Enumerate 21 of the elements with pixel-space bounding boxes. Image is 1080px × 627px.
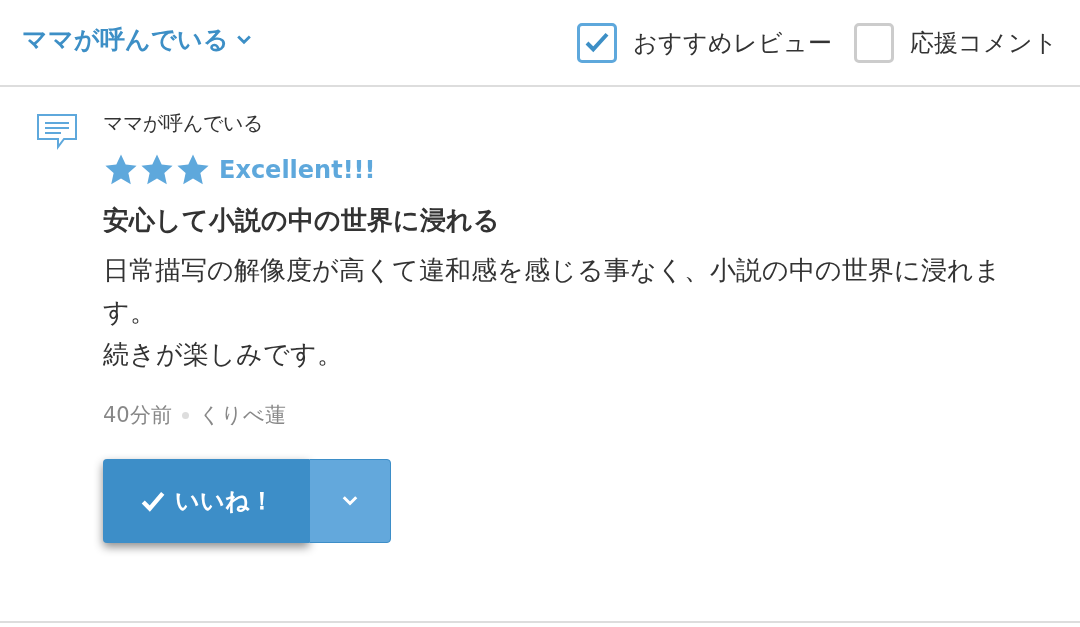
work-title-dropdown[interactable]: ママが呼んでいる [22,23,251,56]
like-button[interactable]: いいね！ [103,459,309,543]
review-text: 日常描写の解像度が高くて違和感を感じる事なく、小説の中の世界に浸れます。 [103,254,1002,329]
checkbox-label[interactable]: 応援コメント [910,26,1058,59]
dropdown-button[interactable] [309,459,391,543]
review-heading: 安心して小説の中の世界に浸れる [103,204,501,237]
chevron-down-icon [237,34,251,45]
timestamp: 40分前 [103,402,172,429]
star-icon [103,153,139,187]
separator-dot [181,411,189,419]
star-icon [175,153,211,187]
checkbox[interactable] [577,22,617,63]
work-title[interactable]: ママが呼んでいる [103,109,1038,137]
checkbox[interactable] [854,22,894,63]
rating-label: Excellent!!! [219,156,376,184]
comment-icon [36,113,78,151]
star-icon [139,153,175,187]
checkbox-label[interactable]: おすすめレビュー [633,26,832,59]
chevron-down-icon [342,496,358,506]
author-name[interactable]: くりべ蓮 [198,401,286,429]
review-text: 続きが楽しみです。 [103,338,344,371]
